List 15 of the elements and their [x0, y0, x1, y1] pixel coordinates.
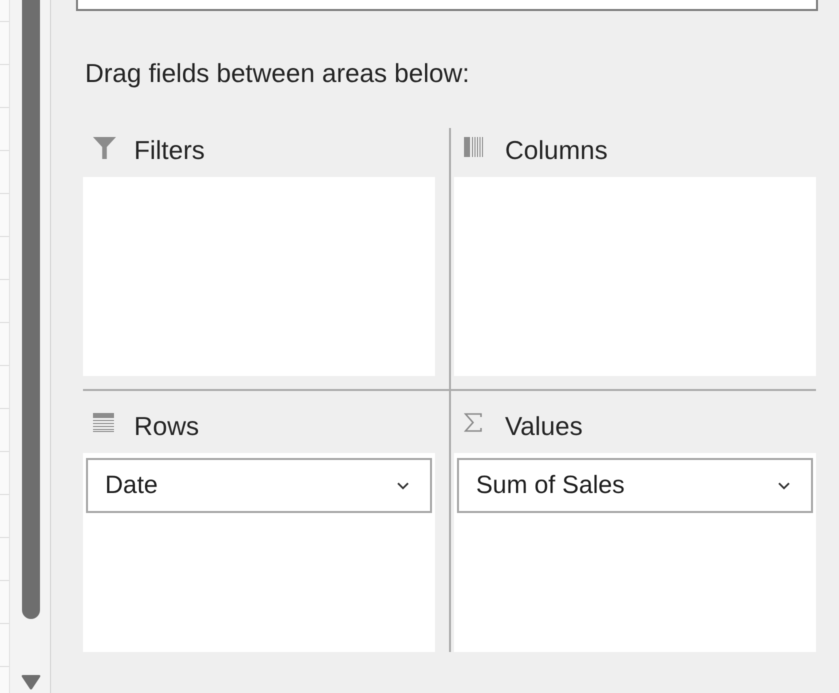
chevron-down-icon: [778, 482, 790, 490]
area-title: Columns: [505, 135, 608, 165]
area-title: Values: [505, 411, 583, 441]
area-title: Filters: [134, 135, 205, 165]
rows-icon: [93, 413, 114, 432]
columns-icon: [464, 137, 484, 157]
field-dropdown[interactable]: Sum of Sales: [457, 458, 813, 513]
chevron-down-icon: [397, 482, 409, 490]
scroll-down-icon[interactable]: [21, 675, 41, 690]
field-dropdown[interactable]: Date: [86, 458, 432, 513]
instruction-text: Drag fields between areas below:: [85, 58, 470, 88]
filter-icon: [93, 137, 116, 159]
sigma-icon: [464, 413, 482, 432]
scrollbar-thumb[interactable]: [22, 0, 40, 619]
area-title: Rows: [134, 411, 200, 441]
